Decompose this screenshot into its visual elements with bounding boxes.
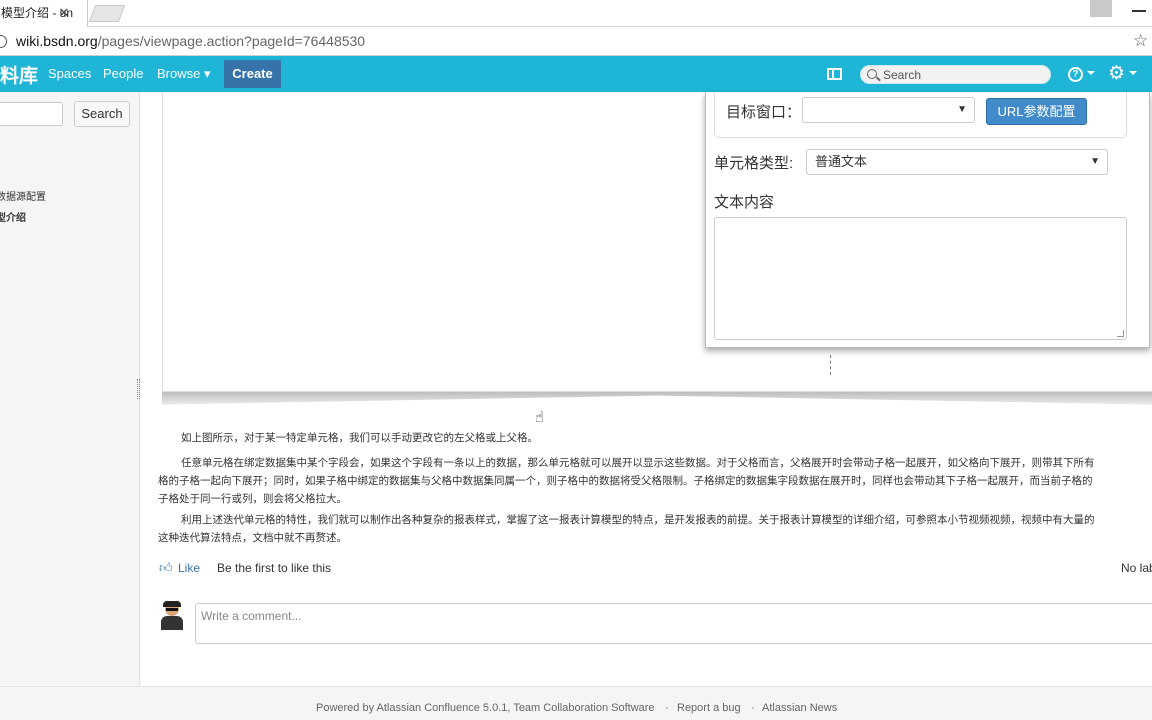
sidebar-item-datasource[interactable]: 数据源配置: [0, 188, 46, 203]
site-logo[interactable]: 料库: [0, 61, 38, 88]
like-note: Be the first to like this: [217, 561, 332, 575]
tab-close-icon[interactable]: ✕: [57, 0, 71, 26]
cell-type-value: 普通文本: [815, 154, 868, 169]
dropdown-arrow-icon: ▼: [957, 104, 967, 115]
hand-cursor-icon: ☝: [535, 409, 545, 426]
connector-line: [830, 355, 831, 375]
like-link[interactable]: Like: [178, 561, 200, 575]
paragraph-line: 任意单元格在绑定数据集中某个字段会，如果这个字段有一条以上的数据，那么单元格就可…: [181, 457, 1095, 469]
bookmark-star-icon[interactable]: ☆: [1133, 31, 1148, 51]
sidebar-search-button[interactable]: Search: [74, 101, 130, 127]
target-window-select[interactable]: ▼: [802, 97, 975, 123]
report-bug-link[interactable]: Report a bug: [677, 702, 741, 714]
paragraph-line: 这种迭代算法特点，文档中就不再赘述。: [158, 532, 347, 544]
footer-separator: ·: [751, 702, 755, 714]
paragraph-line: 子格处于同一行或列，则会将父格拉大。: [158, 493, 347, 505]
browser-tabstrip: 模型介绍 - un ✕: [0, 0, 1152, 27]
url-text[interactable]: wiki.bsdn.org/pages/viewpage.action?page…: [16, 33, 365, 49]
image-shadow: [162, 392, 1152, 405]
url-param-config-button[interactable]: URL参数配置: [986, 98, 1087, 125]
new-tab-button[interactable]: [88, 5, 126, 22]
comment-placeholder: Write a comment...: [201, 609, 302, 623]
create-button[interactable]: Create: [224, 60, 281, 88]
dropdown-arrow-icon: ▼: [1090, 156, 1100, 167]
help-icon[interactable]: ?: [1068, 67, 1083, 82]
url-path: /pages/viewpage.action?pageId=76448530: [97, 33, 366, 49]
gear-chevron-icon: [1129, 71, 1137, 75]
nav-browse[interactable]: Browse ▾: [157, 66, 211, 82]
footer-separator: ·: [665, 702, 669, 714]
browser-tab[interactable]: 模型介绍 - un ✕: [0, 0, 88, 27]
page-footer: Powered by Atlassian Confluence 5.0.1, T…: [0, 686, 1152, 720]
minimize-icon[interactable]: [1132, 10, 1146, 12]
sidebar-toggle-icon[interactable]: [827, 68, 842, 80]
paragraph-line: 格的子格一起向下展开；同时，如果子格中绑定的数据集与父格中数据集同属一个，则子格…: [158, 475, 1093, 487]
cell-type-select[interactable]: 普通文本 ▼: [806, 149, 1108, 175]
left-sidebar: Search 数据源配置 型介绍: [0, 92, 140, 686]
paragraph-line: 利用上述迭代单元格的特性，我们就可以制作出各种复杂的报表样式，掌握了这一报表计算…: [181, 514, 1095, 526]
thumbs-up-icon[interactable]: 👍︎: [159, 560, 173, 576]
chevron-down-icon: ▾: [203, 66, 211, 81]
avatar-hat: [163, 601, 181, 607]
address-bar[interactable]: wiki.bsdn.org/pages/viewpage.action?page…: [0, 27, 1152, 56]
avatar: [160, 601, 184, 630]
article-paragraph-3: 利用上述迭代单元格的特性，我们就可以制作出各种复杂的报表样式，掌握了这一报表计算…: [158, 511, 1152, 547]
gear-icon[interactable]: ⚙: [1108, 64, 1125, 83]
sidebar-search-input[interactable]: [0, 102, 63, 126]
article-paragraph-2: 任意单元格在绑定数据集中某个字段会，如果这个字段有一条以上的数据，那么单元格就可…: [158, 454, 1152, 508]
sidebar-resize-handle[interactable]: [137, 379, 140, 399]
comment-input[interactable]: Write a comment...: [195, 603, 1152, 644]
info-icon[interactable]: [0, 35, 7, 48]
nav-browse-label: Browse: [157, 66, 201, 81]
header-search-input[interactable]: Search: [860, 65, 1051, 84]
help-chevron-icon: [1087, 71, 1095, 75]
avatar-glasses: [166, 608, 178, 611]
url-host: wiki.bsdn.org: [16, 33, 98, 49]
text-content-label: 文本内容: [714, 194, 775, 211]
resize-grip-icon[interactable]: [1117, 330, 1124, 337]
text-content-textarea[interactable]: [714, 217, 1127, 340]
search-icon: [867, 69, 877, 79]
avatar-body: [161, 616, 183, 630]
cell-type-label: 单元格类型:: [714, 155, 794, 172]
nav-spaces[interactable]: Spaces: [48, 66, 91, 81]
profile-icon[interactable]: [1090, 0, 1112, 17]
labels-text: No lab: [1121, 561, 1152, 575]
powered-by-link[interactable]: Powered by Atlassian Confluence 5.0.1, T…: [316, 702, 655, 714]
atlassian-news-link[interactable]: Atlassian News: [762, 702, 837, 714]
article-paragraph-1: 如上图所示，对于某一特定单元格，我们可以手动更改它的左父格或上父格。: [158, 429, 1152, 447]
paragraph-line: 如上图所示，对于某一特定单元格，我们可以手动更改它的左父格或上父格。: [181, 432, 538, 444]
target-window-label: 目标窗口：: [726, 104, 802, 121]
nav-people[interactable]: People: [103, 66, 143, 81]
sidebar-item-model-intro[interactable]: 型介绍: [0, 209, 26, 224]
search-placeholder: Search: [883, 68, 922, 82]
